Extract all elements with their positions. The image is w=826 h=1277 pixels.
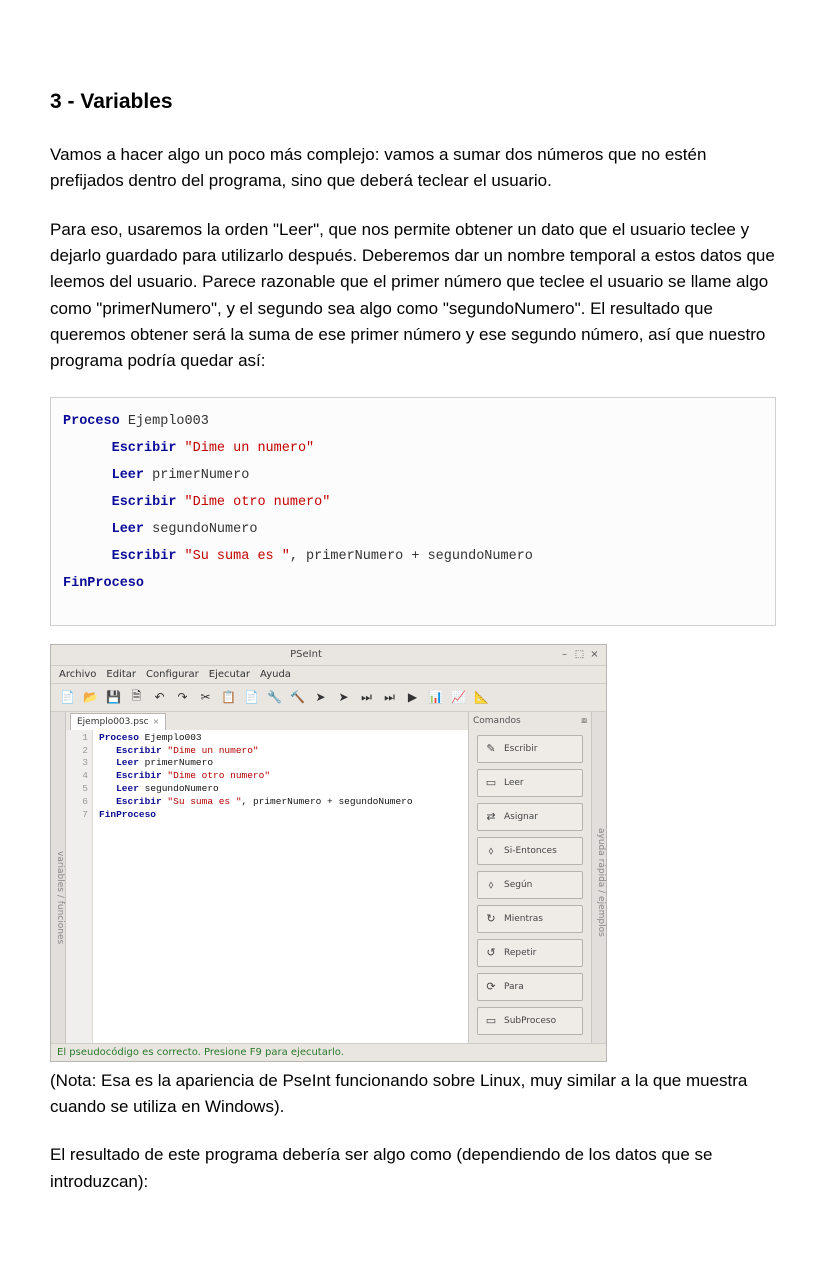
toolbar: 📄 📂 💾 🗎 ↶ ↷ ✂ 📋 📄 🔧 🔨 ➤ ➤ ⏭ ⏭ ▶ 📊 📈 📐 — [51, 684, 606, 712]
open-icon[interactable]: 📂 — [82, 689, 99, 706]
command-icon: ↻ — [484, 912, 498, 925]
find-icon[interactable]: 🔧 — [266, 689, 283, 706]
paste-icon[interactable]: 📄 — [243, 689, 260, 706]
window-title: PSeInt — [290, 649, 322, 660]
command-button-leer[interactable]: ▭ Leer — [477, 769, 583, 797]
saveas-icon[interactable]: 🗎 — [128, 689, 145, 706]
chart-icon[interactable]: 📊 — [427, 689, 444, 706]
status-bar: El pseudocódigo es correcto. Presione F9… — [51, 1043, 606, 1061]
menu-bar: Archivo Editar Configurar Ejecutar Ayuda — [51, 666, 606, 684]
menu-ayuda[interactable]: Ayuda — [260, 669, 291, 680]
intro-paragraph-1: Vamos a hacer algo un poco más complejo:… — [50, 142, 776, 195]
command-button-subproceso[interactable]: ▭ SubProceso — [477, 1007, 583, 1035]
command-label: Si-Entonces — [504, 846, 557, 856]
command-button-para[interactable]: ⟳ Para — [477, 973, 583, 1001]
arrow-icon[interactable]: ➤ — [312, 689, 329, 706]
line-number-gutter: 1234567 — [66, 730, 93, 1043]
tab-label: Ejemplo003.psc — [77, 717, 149, 727]
side-panel-expand-icon[interactable]: ⧈ — [581, 716, 587, 726]
command-icon: ▭ — [484, 1014, 498, 1027]
note-paragraph: (Nota: Esa es la apariencia de PseInt fu… — [50, 1068, 776, 1121]
code-area[interactable]: Proceso Ejemplo003 Escribir "Dime un num… — [93, 730, 419, 1043]
right-dock-strip[interactable]: ayuda rápida / ejemplos — [591, 712, 606, 1043]
save-icon[interactable]: 💾 — [105, 689, 122, 706]
editor-tab[interactable]: Ejemplo003.psc × — [70, 713, 166, 730]
graph-icon[interactable]: 📈 — [450, 689, 467, 706]
command-label: Mientras — [504, 914, 543, 924]
window-close-icon[interactable]: × — [589, 649, 600, 660]
new-icon[interactable]: 📄 — [59, 689, 76, 706]
command-icon: ⬨ — [484, 878, 498, 892]
flow-icon[interactable]: 📐 — [473, 689, 490, 706]
menu-ejecutar[interactable]: Ejecutar — [209, 669, 250, 680]
fix-icon[interactable]: 🔨 — [289, 689, 306, 706]
command-label: Leer — [504, 778, 524, 788]
intro-paragraph-2: Para eso, usaremos la orden "Leer", que … — [50, 217, 776, 375]
editor-tab-row: Ejemplo003.psc × — [66, 712, 468, 730]
command-icon: ⟳ — [484, 980, 498, 993]
code-editor[interactable]: 1234567 Proceso Ejemplo003 Escribir "Dim… — [66, 730, 468, 1043]
command-label: Repetir — [504, 948, 536, 958]
tab-close-icon[interactable]: × — [153, 717, 160, 726]
command-label: Asignar — [504, 812, 538, 822]
command-button-mientras[interactable]: ↻ Mientras — [477, 905, 583, 933]
step-icon[interactable]: ⏭ — [358, 689, 375, 706]
commands-side-panel: Comandos ⧈ ✎ Escribir ▭ Leer ⇄ Asignar ⬨ Si-Ent… — [469, 712, 591, 1043]
menu-editar[interactable]: Editar — [106, 669, 136, 680]
window-titlebar[interactable]: PSeInt – ⬚ × — [51, 645, 606, 666]
command-icon: ▭ — [484, 776, 498, 789]
step2-icon[interactable]: ⏭ — [381, 689, 398, 706]
cut-icon[interactable]: ✂ — [197, 689, 214, 706]
pseudocode-block: Proceso Ejemplo003 Escribir "Dime un num… — [50, 397, 776, 626]
command-button-escribir[interactable]: ✎ Escribir — [477, 735, 583, 763]
menu-configurar[interactable]: Configurar — [146, 669, 199, 680]
command-icon: ✎ — [484, 742, 498, 755]
window-maximize-icon[interactable]: ⬚ — [574, 649, 585, 660]
command-button-repetir[interactable]: ↺ Repetir — [477, 939, 583, 967]
copy-icon[interactable]: 📋 — [220, 689, 237, 706]
redo-icon[interactable]: ↷ — [174, 689, 191, 706]
arrow2-icon[interactable]: ➤ — [335, 689, 352, 706]
side-panel-title: Comandos — [473, 716, 521, 726]
command-button-seg-n[interactable]: ⬨ Según — [477, 871, 583, 899]
menu-archivo[interactable]: Archivo — [59, 669, 96, 680]
command-label: SubProceso — [504, 1016, 556, 1026]
run-icon[interactable]: ▶ — [404, 689, 421, 706]
undo-icon[interactable]: ↶ — [151, 689, 168, 706]
command-icon: ⬨ — [484, 844, 498, 858]
window-minimize-icon[interactable]: – — [559, 649, 570, 660]
command-label: Escribir — [504, 744, 537, 754]
command-label: Para — [504, 982, 524, 992]
command-icon: ↺ — [484, 946, 498, 959]
section-heading: 3 - Variables — [50, 90, 776, 114]
pseint-app-window: PSeInt – ⬚ × Archivo Editar Configurar E… — [50, 644, 607, 1062]
left-dock-strip[interactable]: variables / funciones — [51, 712, 66, 1043]
command-icon: ⇄ — [484, 810, 498, 823]
command-button-asignar[interactable]: ⇄ Asignar — [477, 803, 583, 831]
command-label: Según — [504, 880, 532, 890]
command-button-si-entonces[interactable]: ⬨ Si-Entonces — [477, 837, 583, 865]
